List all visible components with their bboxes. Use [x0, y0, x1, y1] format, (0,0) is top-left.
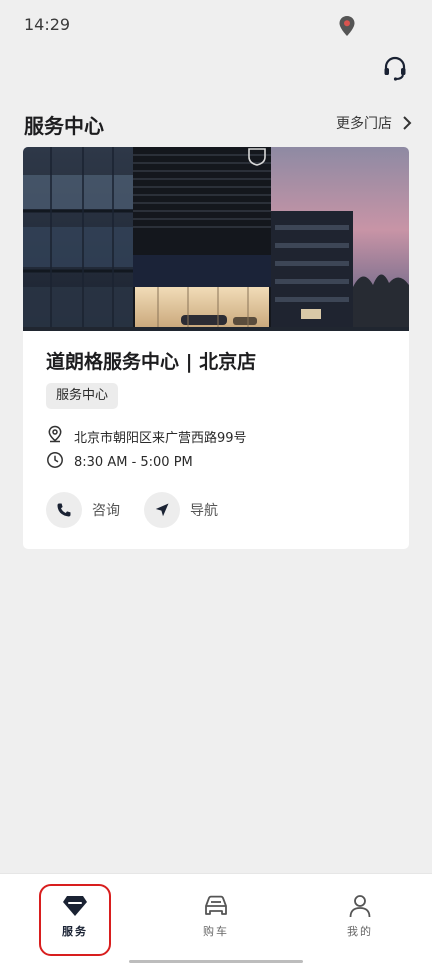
home-indicator[interactable]	[129, 960, 303, 963]
active-tab-highlight	[39, 884, 111, 956]
status-bar: 14:29	[0, 0, 432, 50]
tab-buy-car-label: 购车	[203, 925, 229, 938]
clock-icon	[46, 451, 74, 473]
bottom-tab-bar: 服务 购车 我的	[0, 873, 432, 964]
car-icon	[203, 894, 229, 918]
section-header: 服务中心 更多门店	[24, 108, 412, 138]
chevron-right-icon	[402, 115, 412, 131]
consult-label: 咨询	[92, 503, 120, 519]
customer-support-button[interactable]	[378, 54, 412, 88]
location-pin-icon	[338, 15, 356, 37]
section-title: 服务中心	[24, 114, 104, 138]
store-address: 北京市朝阳区来广营西路99号	[74, 430, 247, 446]
hours-row: 8:30 AM - 5:00 PM	[46, 451, 193, 473]
store-name: 道朗格服务中心 | 北京店	[46, 351, 257, 373]
phone-icon	[46, 492, 82, 528]
tab-buy-car[interactable]: 购车	[144, 874, 288, 944]
location-pin-icon	[46, 425, 74, 447]
person-icon	[347, 894, 373, 918]
more-stores-label: 更多门店	[336, 116, 392, 132]
store-card[interactable]: 道朗格服务中心 | 北京店 服务中心 北京市朝阳区来广营西路99号 8:30 A…	[23, 147, 409, 549]
store-hours: 8:30 AM - 5:00 PM	[74, 454, 193, 470]
status-time: 14:29	[24, 15, 71, 34]
store-type-tag: 服务中心	[46, 383, 119, 409]
navigate-icon	[144, 492, 180, 528]
store-photo	[23, 147, 409, 331]
navigate-button[interactable]: 导航	[144, 492, 218, 528]
tab-profile[interactable]: 我的	[288, 874, 432, 944]
consult-button[interactable]: 咨询	[46, 492, 120, 528]
more-stores-link[interactable]: 更多门店	[336, 112, 412, 134]
tab-profile-label: 我的	[347, 925, 373, 938]
navigate-label: 导航	[190, 503, 218, 519]
address-row: 北京市朝阳区来广营西路99号	[46, 425, 247, 447]
headset-icon	[382, 56, 408, 86]
